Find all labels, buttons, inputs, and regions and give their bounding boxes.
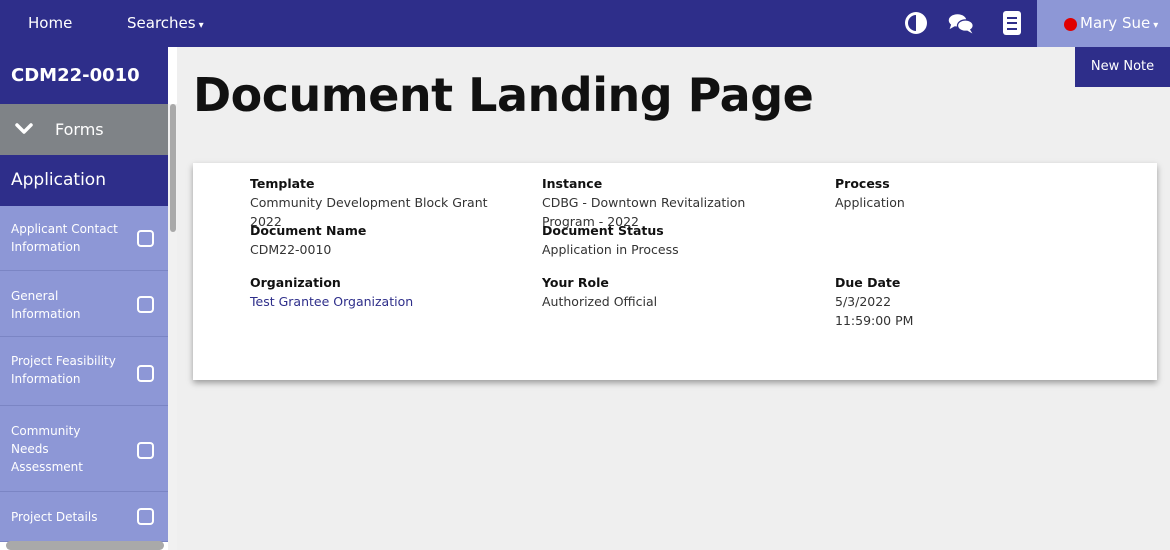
due-time-value: 11:59:00 PM — [835, 313, 914, 328]
caret-down-icon: ▾ — [198, 20, 204, 31]
sidebar-item-label: General Information — [11, 289, 81, 321]
checkbox-icon[interactable] — [137, 230, 154, 247]
top-navbar: Home Searches ▾ Mary Sue ▾ — [0, 0, 1170, 47]
sidebar-item-project-feasibility[interactable]: Project Feasibility Information — [0, 337, 168, 406]
sidebar-horizontal-scrollbar[interactable] — [6, 541, 164, 550]
document-status-label: Document Status — [542, 223, 664, 238]
organization-field: Organization Test Grantee Organization — [250, 273, 495, 311]
process-field: Process Application — [835, 174, 1035, 212]
sidebar-item-community-needs[interactable]: Community Needs Assessment — [0, 406, 168, 492]
caret-down-icon: ▾ — [1153, 20, 1159, 31]
document-name-field: Document Name CDM22-0010 — [250, 221, 495, 259]
checkbox-icon[interactable] — [137, 296, 154, 313]
sidebar-title: CDM22-0010 — [0, 47, 168, 104]
user-menu[interactable]: Mary Sue ▾ — [1037, 0, 1170, 47]
nav-home-link[interactable]: Home — [28, 0, 72, 47]
chevron-down-icon — [15, 123, 33, 134]
sidebar-item-label: Community Needs Assessment — [11, 424, 83, 474]
document-status-value: Application in Process — [542, 242, 679, 257]
sidebar-section-application[interactable]: Application — [0, 155, 168, 206]
sidebar-forms-label: Forms — [55, 120, 104, 139]
template-label: Template — [250, 176, 315, 191]
sidebar-item-general-information[interactable]: General Information — [0, 271, 168, 337]
role-label: Your Role — [542, 275, 609, 290]
chat-icon[interactable] — [947, 9, 975, 37]
nav-searches-label: Searches — [127, 14, 196, 32]
sidebar-item-label: Applicant Contact Information — [11, 222, 118, 254]
checkbox-icon[interactable] — [137, 508, 154, 525]
organization-link[interactable]: Test Grantee Organization — [250, 292, 495, 311]
role-value: Authorized Official — [542, 294, 658, 309]
due-date-value: 5/3/2022 — [835, 294, 892, 309]
due-date-field: Due Date 5/3/2022 11:59:00 PM — [835, 273, 1035, 330]
document-name-value: CDM22-0010 — [250, 242, 332, 257]
process-value: Application — [835, 195, 905, 210]
nav-searches-dropdown[interactable]: Searches ▾ — [127, 0, 204, 47]
sidebar: CDM22-0010 Forms Application Applicant C… — [0, 47, 177, 550]
document-details-card: Template Community Development Block Gra… — [193, 163, 1157, 380]
user-status-indicator — [1064, 18, 1077, 31]
document-icon[interactable] — [998, 9, 1026, 37]
page-title: Document Landing Page — [193, 68, 814, 122]
role-field: Your Role Authorized Official — [542, 273, 757, 311]
contrast-icon[interactable] — [902, 9, 930, 37]
organization-label: Organization — [250, 275, 341, 290]
sidebar-item-label: Project Details — [11, 510, 98, 524]
document-status-field: Document Status Application in Process — [542, 221, 757, 259]
sidebar-item-label: Project Feasibility Information — [11, 354, 116, 386]
checkbox-icon[interactable] — [137, 442, 154, 459]
due-date-label: Due Date — [835, 275, 901, 290]
checkbox-icon[interactable] — [137, 365, 154, 382]
sidebar-item-applicant-contact[interactable]: Applicant Contact Information — [0, 206, 168, 271]
sidebar-scrollbar-thumb[interactable] — [170, 104, 176, 232]
sidebar-forms-toggle[interactable]: Forms — [0, 104, 168, 155]
new-note-button[interactable]: New Note — [1075, 47, 1170, 87]
instance-label: Instance — [542, 176, 603, 191]
document-name-label: Document Name — [250, 223, 367, 238]
process-label: Process — [835, 176, 890, 191]
user-name: Mary Sue — [1080, 14, 1151, 32]
sidebar-item-project-details[interactable]: Project Details — [0, 492, 168, 542]
